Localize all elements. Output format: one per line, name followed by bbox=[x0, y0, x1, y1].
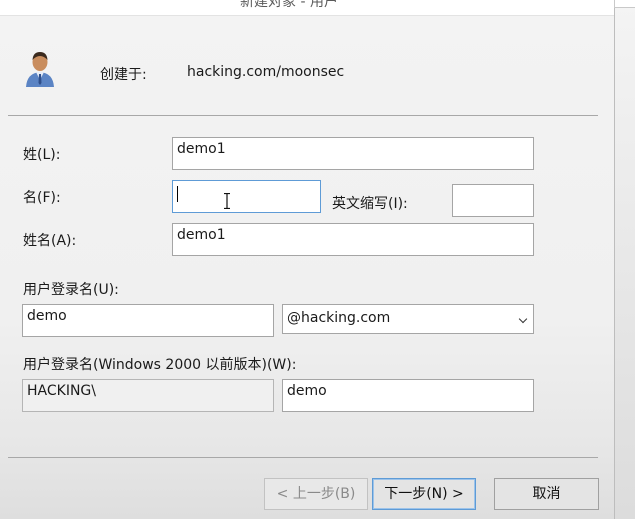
chevron-down-icon bbox=[518, 314, 528, 324]
separator bbox=[8, 115, 598, 116]
last-name-input[interactable]: demo1 bbox=[172, 137, 534, 170]
window-title: 新建对象 - 用户 bbox=[240, 0, 338, 10]
next-button[interactable]: 下一步(N) > bbox=[372, 478, 476, 510]
dialog-content bbox=[0, 16, 614, 519]
pre2000-domain-field: HACKING\ bbox=[22, 379, 274, 412]
full-name-label: 姓名(A): bbox=[23, 233, 77, 249]
footer-separator bbox=[8, 457, 598, 458]
full-name-input[interactable]: demo1 bbox=[172, 223, 534, 256]
logon-name-label: 用户登录名(U): bbox=[23, 282, 119, 298]
first-name-label: 名(F): bbox=[23, 190, 61, 206]
upn-suffix-select[interactable]: @hacking.com bbox=[282, 304, 534, 334]
text-caret bbox=[177, 186, 178, 202]
back-button[interactable]: < 上一步(B) bbox=[264, 478, 368, 510]
user-icon bbox=[26, 52, 54, 87]
title-bar: 新建对象 - 用户 bbox=[0, 0, 614, 16]
pre2000-logon-input[interactable]: demo bbox=[282, 379, 534, 412]
logon-name-input[interactable]: demo bbox=[22, 304, 274, 337]
close-button-fragment[interactable] bbox=[614, 0, 635, 8]
pre2000-logon-label: 用户登录名(Windows 2000 以前版本)(W): bbox=[23, 357, 297, 373]
created-in-value: hacking.com/moonsec bbox=[187, 64, 345, 80]
created-in-label: 创建于: bbox=[100, 67, 147, 83]
upn-suffix-value: @hacking.com bbox=[287, 310, 391, 326]
initials-label: 英文缩写(I): bbox=[332, 196, 408, 212]
window-right-edge bbox=[614, 0, 635, 519]
new-user-dialog: 新建对象 - 用户 创建于: hacking.com/moonsec 姓(L):… bbox=[0, 0, 614, 519]
initials-input[interactable] bbox=[452, 184, 534, 217]
first-name-input[interactable] bbox=[172, 180, 321, 213]
last-name-label: 姓(L): bbox=[23, 147, 61, 163]
ibeam-cursor-icon bbox=[224, 193, 230, 209]
cancel-button[interactable]: 取消 bbox=[494, 478, 599, 510]
